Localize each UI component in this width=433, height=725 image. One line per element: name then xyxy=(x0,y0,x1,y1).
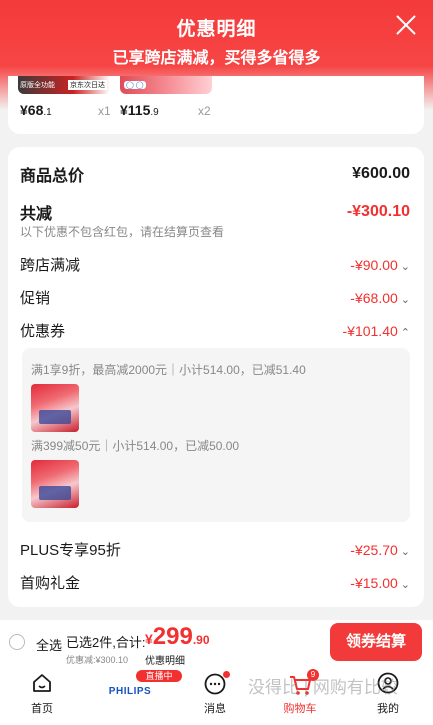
discount-label: 跨店满减 xyxy=(20,257,81,274)
discount-label: 首购礼金 xyxy=(20,575,81,592)
item-quantity: x2 xyxy=(198,104,211,118)
item-price: ¥68.1 xyxy=(20,102,52,118)
checkout-button[interactable]: 领券结算 xyxy=(330,623,422,661)
goods-total-label: 商品总价 xyxy=(20,168,85,185)
total-reduction-label: 共减 xyxy=(20,206,53,223)
product-image[interactable] xyxy=(31,460,79,508)
selected-count: 已选2件,合计: xyxy=(66,635,146,650)
goods-total-value: ¥600.00 xyxy=(352,165,410,182)
nav-label: 首页 xyxy=(31,703,53,715)
discount-row-coupon[interactable]: 优惠券 -¥101.40 ⌃ xyxy=(20,320,410,341)
chevron-down-icon: ⌄ xyxy=(400,545,410,558)
discount-value: -¥90.00 ⌄ xyxy=(350,256,410,273)
home-icon xyxy=(33,674,51,692)
select-all-label[interactable]: 全选 xyxy=(36,635,62,654)
discount-row-first-purchase[interactable]: 首购礼金 -¥15.00 ⌄ xyxy=(20,572,410,593)
total-reduction-value: -¥300.10 xyxy=(346,203,410,220)
total-price: ¥299.90 xyxy=(145,623,210,650)
coupon-rule: 满399减50元｜小计514.00，已减50.00 xyxy=(31,439,240,453)
philips-logo[interactable]: PHILIPS xyxy=(108,686,152,697)
discount-value: -¥68.00 ⌄ xyxy=(350,289,410,306)
goods-total-row: 商品总价 ¥600.00 xyxy=(20,162,410,186)
discount-value: -¥101.40 ⌃ xyxy=(342,322,411,339)
nav-label: 购物车 xyxy=(283,703,317,715)
page-subtitle: 已享跨店满减，买得多省得多 xyxy=(112,50,321,67)
live-badge: 直播中 xyxy=(136,670,182,682)
coupon-details: 满1享9折，最高减2000元｜小计514.00，已减51.40 满399减50元… xyxy=(22,348,410,522)
nav-label: 我的 xyxy=(377,703,399,715)
product-thumbnail[interactable]: 原版全功能 京东次日达 xyxy=(18,76,110,94)
watermark: 没得比 | 网购有比较 xyxy=(248,678,398,697)
total-reduction-row: 共减 -¥300.10 xyxy=(20,200,410,224)
item-price: ¥115.9 xyxy=(120,102,159,118)
product-image[interactable] xyxy=(31,384,79,432)
discount-row-promotion[interactable]: 促销 -¥68.00 ⌄ xyxy=(20,287,410,308)
discount-row-plus[interactable]: PLUS专享95折 -¥25.70 ⌄ xyxy=(20,539,410,560)
chevron-down-icon: ⌄ xyxy=(400,293,410,306)
discount-value: -¥25.70 ⌄ xyxy=(350,541,410,558)
thumb-label: 京东次日达 xyxy=(68,80,107,90)
discount-summary-card: 商品总价 ¥600.00 共减 -¥300.10 以下优惠不包含红包，请在结算页… xyxy=(8,147,424,607)
chevron-down-icon: ⌄ xyxy=(400,260,410,273)
select-all-checkbox[interactable] xyxy=(9,634,25,650)
unread-dot xyxy=(223,671,230,678)
discount-label: 促销 xyxy=(20,290,51,307)
product-thumbnail[interactable]: ◯ ◯ xyxy=(120,76,212,94)
item-quantity: x1 xyxy=(98,104,111,118)
discount-row-cross-store[interactable]: 跨店满减 -¥90.00 ⌄ xyxy=(20,254,410,275)
chevron-down-icon: ⌄ xyxy=(400,578,410,591)
coupon-rule: 满1享9折，最高减2000元｜小计514.00，已减51.40 xyxy=(31,363,306,377)
nav-label: 消息 xyxy=(204,703,226,715)
discount-label: 优惠券 xyxy=(20,323,66,340)
close-icon[interactable] xyxy=(395,14,417,36)
thumb-label: ◯ ◯ xyxy=(124,81,146,89)
discount-label: PLUS专享95折 xyxy=(20,542,121,559)
discount-note: 以下优惠不包含红包，请在结算页查看 xyxy=(20,225,225,239)
discount-value: -¥15.00 ⌄ xyxy=(350,574,410,591)
discount-detail-link[interactable]: 优惠明细 xyxy=(145,652,185,667)
page-title: 优惠明细 xyxy=(176,19,257,40)
chevron-up-icon: ⌃ xyxy=(400,326,410,339)
thumb-label: 原版全功能 xyxy=(20,82,55,89)
discount-amount-note: 优惠减:¥300.10 xyxy=(66,655,129,665)
items-card: 原版全功能 京东次日达 ◯ ◯ ¥68.1 x1 ¥115.9 x2 xyxy=(8,76,424,134)
